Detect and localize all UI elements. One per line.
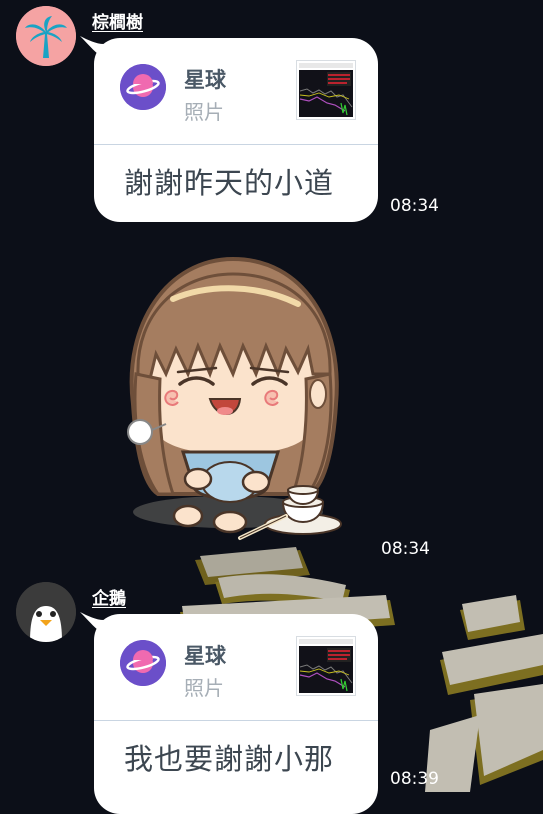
chart-thumbnail-image: [297, 637, 355, 695]
planet-icon: [120, 64, 166, 110]
card-divider: [94, 720, 378, 721]
sender-name[interactable]: 棕櫚樹: [92, 8, 143, 33]
girl-full-belly-sticker[interactable]: [118, 254, 348, 544]
message-timestamp: 08:39: [390, 769, 439, 789]
photo-thumbnail[interactable]: [296, 636, 356, 696]
message-bubble[interactable]: 星球 照片 謝謝昨天的小道: [94, 38, 378, 222]
planet-app-icon: [120, 64, 166, 110]
shared-photo-card[interactable]: 星球 照片: [94, 38, 378, 144]
photo-thumbnail[interactable]: [296, 60, 356, 120]
message-text: 謝謝昨天的小道: [124, 166, 335, 200]
shared-photo-card[interactable]: 星球 照片: [94, 614, 378, 720]
shared-app-name: 星球: [184, 644, 226, 668]
planet-app-icon: [120, 640, 166, 686]
shared-app-name: 星球: [184, 68, 226, 92]
message-timestamp: 08:34: [390, 196, 439, 216]
message-bubble[interactable]: 星球 照片 我也要謝謝小那: [94, 614, 378, 814]
sender-name[interactable]: 企鵝: [92, 584, 126, 609]
shared-content-type: 照片: [184, 100, 224, 124]
palm-tree-icon: [16, 6, 76, 66]
sticker-image: [127, 256, 342, 540]
sender-avatar[interactable]: [16, 582, 76, 642]
message-timestamp: 08:34: [381, 539, 430, 559]
penguin-icon: [16, 582, 76, 642]
planet-icon: [120, 640, 166, 686]
chart-thumbnail-image: [297, 61, 355, 119]
message-text: 我也要謝謝小那: [124, 742, 335, 776]
shared-content-type: 照片: [184, 676, 224, 700]
card-divider: [94, 144, 378, 145]
sender-avatar[interactable]: [16, 6, 76, 66]
